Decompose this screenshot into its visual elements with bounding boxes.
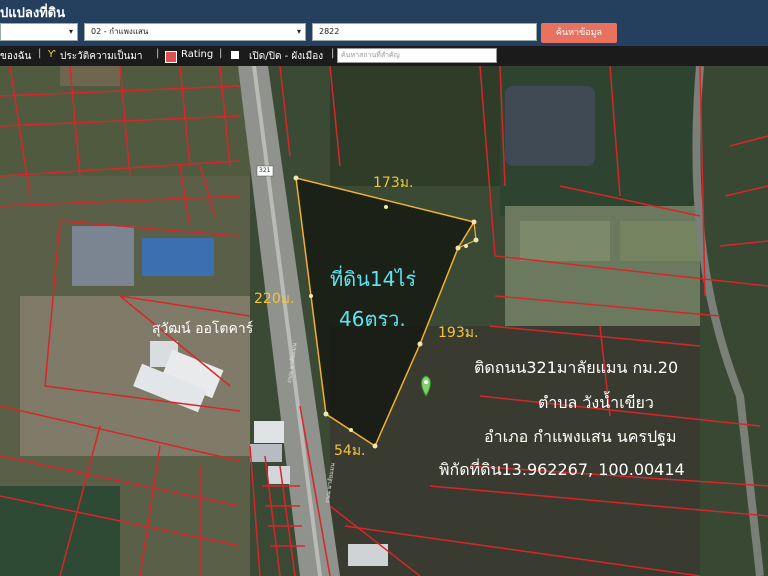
district-select[interactable]: 02 - กำแพงแสน ▾ (84, 23, 306, 41)
map-toolbar: ของฉัน | Ƴ ประวัติความเป็นมา | Rating | … (0, 46, 768, 66)
page-title: ปแปลงที่ดิน (0, 6, 66, 21)
toolbar-divider: | (331, 48, 335, 59)
chevron-down-icon: ▾ (68, 27, 73, 36)
land-area-label-wah: 46ตรว. (339, 307, 406, 331)
forest-area (330, 66, 500, 186)
satellite-map[interactable]: 321 ที่ดิน14ไร่ 46ตรว. 173ม. 220ม. 193ม.… (0, 66, 768, 576)
toolbar-divider: | (156, 48, 160, 59)
info-subdistrict: ตำบล วังน้ำเขียว (538, 393, 654, 412)
parcel-number-input[interactable]: 2822 (312, 23, 537, 41)
toolbar-item-rating[interactable]: Rating (181, 49, 213, 60)
info-road: ติดถนน321มาลัยแมน กม.20 (474, 358, 679, 377)
toolbar-item-history[interactable]: ประวัติความเป็นมา (60, 49, 143, 64)
landmark-search-input[interactable]: ค้นหาสถานที่สำคัญ (337, 48, 497, 63)
rating-icon (165, 51, 177, 63)
search-button[interactable]: ค้นหาข้อมูล (541, 23, 617, 43)
business-label: สุวัฒน์ ออโตคาร์ (152, 321, 254, 337)
toolbar-divider: | (38, 48, 42, 59)
header-bar: ปแปลงที่ดิน ▾ 02 - กำแพงแสน ▾ 2822 ค้นหา… (0, 0, 768, 46)
toolbar-divider: | (219, 48, 223, 59)
road-number-label: 321 (259, 167, 271, 174)
district-select-value: 02 - กำแพงแสน (91, 27, 149, 36)
toolbar-item-mine[interactable]: ของฉัน (0, 49, 31, 64)
info-coordinates: พิกัดที่ดิน13.962267, 100.00414 (439, 460, 685, 479)
dimension-right: 193ม. (438, 325, 479, 341)
dimension-top: 173ม. (373, 175, 414, 191)
toolbar-item-zoning-toggle[interactable]: เปิด/ปิด - ผังเมือง (249, 49, 323, 64)
building-blue-roof (142, 238, 214, 276)
province-select[interactable]: ▾ (0, 23, 78, 41)
pond (505, 86, 595, 166)
chevron-down-icon: ▾ (296, 27, 301, 36)
parcel-number-value: 2822 (319, 27, 340, 36)
dimension-bottom: 54ม. (334, 443, 366, 459)
info-district: อำเภอ กำแพงแสน นครปฐม (484, 427, 677, 446)
land-area-label: ที่ดิน14ไร่ (330, 267, 417, 291)
dimension-left: 220ม. (254, 291, 295, 307)
history-icon: Ƴ (48, 49, 56, 60)
checkbox-icon[interactable] (231, 51, 239, 59)
